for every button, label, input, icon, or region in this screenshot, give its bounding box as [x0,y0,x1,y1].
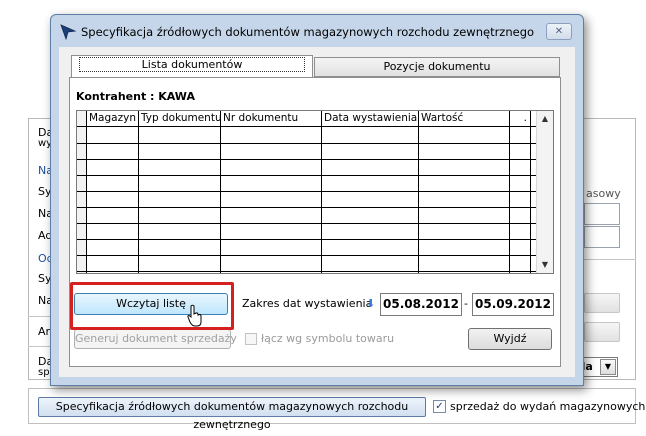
bg-divider [28,346,52,347]
bg-divider [584,259,636,260]
tab-label: Pozycje dokumentu [383,60,491,73]
grid-vertical-scrollbar[interactable]: ▲ ▼ [536,111,553,273]
scroll-up-icon[interactable]: ▲ [537,111,553,127]
dialog-title: Specyfikacja źródłowych dokumentów magaz… [81,25,535,39]
date-to-field[interactable]: 05.09.2012 [472,293,554,316]
scroll-down-icon[interactable]: ▼ [537,257,553,273]
date-from-field[interactable]: 05.08.2012 [380,293,462,316]
grid-line [77,207,537,208]
grid-line [321,111,322,273]
bg-button[interactable] [584,293,620,313]
column-header[interactable]: Magazyn [87,111,139,126]
exit-button[interactable]: Wyjdź [468,328,552,350]
sales-to-issues-checkbox[interactable]: ✓ [433,400,446,413]
grid-line [86,111,87,273]
column-header[interactable]: Wartość [419,111,510,126]
bg-button[interactable] [584,322,620,342]
grid-header: Magazyn Typ dokumentu Nr dokumentu Data … [77,111,537,127]
bg-label-fragment: asowy [586,187,621,200]
generate-sales-document-button[interactable]: Generuj dokument sprzedaży [74,329,237,349]
column-header[interactable]: Data wystawienia [322,111,419,126]
column-header[interactable]: Nr dokumentu [221,111,322,126]
column-header[interactable]: . [510,111,530,126]
sort-down-arrow-icon[interactable]: ⬇ [366,297,375,310]
grid-line [77,159,537,160]
grid-line [77,239,537,240]
bg-input[interactable] [584,203,620,225]
close-icon[interactable]: ✕ [546,23,572,40]
bg-divider [28,316,52,317]
dialog-titlebar[interactable]: Specyfikacja źródłowych dokumentów magaz… [51,15,583,49]
grid-line [220,111,221,273]
chevron-down-icon[interactable]: ▼ [600,359,616,375]
date-range-label: Zakres dat wystawienia [242,297,373,310]
grid-line [138,111,139,273]
grid-line [77,223,537,224]
merge-by-symbol-label: łącz wg symbolu towaru [261,332,395,345]
grid-line [77,271,537,272]
tab-document-items[interactable]: Pozycje dokumentu [314,57,560,77]
row-indicator-column [77,111,86,273]
grid-line [530,111,531,273]
app-arrow-icon [60,24,77,41]
date-separator: - [464,297,468,310]
grid-line [77,175,537,176]
contractor-label: Kontrahent : KAWA [76,90,195,103]
grid-line [418,111,419,273]
tab-label: Lista dokumentów [78,57,306,72]
grid-line [77,191,537,192]
tab-document-list[interactable]: Lista dokumentów [71,55,313,77]
grid-line [77,255,537,256]
bg-input[interactable] [584,226,620,248]
grid-line [509,111,510,273]
highlight-annotation [70,282,234,330]
column-header[interactable]: Typ dokumentu [139,111,221,126]
merge-by-symbol-checkbox[interactable] [245,333,257,345]
specification-button[interactable]: Specyfikacja źródłowych dokumentów magaz… [38,397,426,431]
sales-to-issues-label: sprzedaż do wydań magazynowych [450,400,646,413]
grid-line [77,143,537,144]
documents-grid[interactable]: Magazyn Typ dokumentu Nr dokumentu Data … [76,110,554,274]
mouse-pointer-icon [187,304,202,327]
